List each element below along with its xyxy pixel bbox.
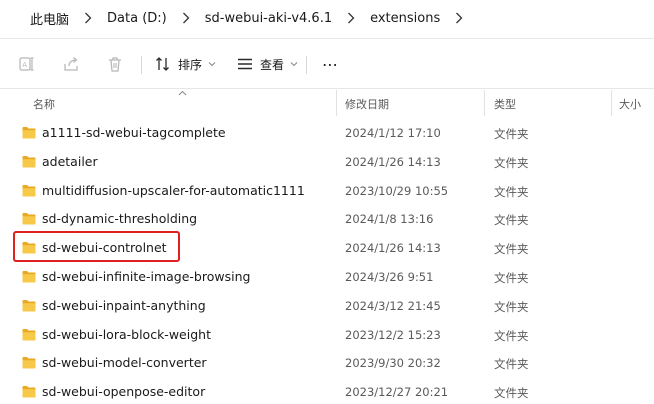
file-type: 文件夹 xyxy=(494,155,529,170)
column-divider[interactable] xyxy=(611,90,612,116)
file-date-modified: 2023/10/29 10:55 xyxy=(345,183,449,198)
command-bar: A 排序 查看 ⋯ xyxy=(0,42,654,86)
folder-icon xyxy=(22,299,36,312)
column-divider[interactable] xyxy=(336,90,337,116)
breadcrumb: 此电脑 Data (D:) sd-webui-aki-v4.6.1 extens… xyxy=(0,0,470,36)
chevron-right-icon[interactable] xyxy=(448,12,470,24)
file-date-modified: 2024/1/26 14:13 xyxy=(345,241,441,256)
folder-icon xyxy=(22,385,36,398)
file-name: adetailer xyxy=(42,153,98,169)
list-item-sd-webui-openpose-editor[interactable]: sd-webui-openpose-editor 2023/12/27 20:2… xyxy=(0,378,654,404)
file-date-modified: 2024/1/12 17:10 xyxy=(345,126,441,140)
chevron-right-icon[interactable] xyxy=(340,12,362,24)
chevron-down-icon xyxy=(208,61,216,67)
file-type: 文件夹 xyxy=(494,357,529,372)
delete-icon[interactable] xyxy=(105,54,125,74)
file-name: sd-webui-openpose-editor xyxy=(42,384,206,400)
file-date-modified: 2023/9/30 20:32 xyxy=(345,356,441,371)
sort-ascending-icon xyxy=(178,90,187,96)
list-item-sd-webui-inpaint-anything[interactable]: sd-webui-inpaint-anything 2024/3/12 21:4… xyxy=(0,292,654,321)
view-button[interactable]: 查看 xyxy=(236,52,298,76)
file-name: sd-webui-infinite-image-browsing xyxy=(42,268,251,284)
sort-button[interactable]: 排序 xyxy=(154,52,216,76)
list-item-sd-dynamic-thresholding[interactable]: sd-dynamic-thresholding 2024/1/8 13:16 文… xyxy=(0,205,654,234)
file-type: 文件夹 xyxy=(494,386,529,401)
more-options-button[interactable]: ⋯ xyxy=(322,52,339,76)
list-item-adetailer[interactable]: adetailer 2024/1/26 14:13 文件夹 xyxy=(0,148,654,177)
file-name: sd-webui-model-converter xyxy=(42,355,207,371)
file-date-modified: 2023/12/2 15:23 xyxy=(345,327,441,342)
rename-icon[interactable]: A xyxy=(17,54,37,74)
more-icon: ⋯ xyxy=(322,54,339,74)
sort-label: 排序 xyxy=(178,57,203,72)
toolbar-separator xyxy=(306,56,307,74)
list-item-sd-webui-controlnet[interactable]: sd-webui-controlnet 2024/1/26 14:13 文件夹 xyxy=(0,234,654,263)
file-type: 文件夹 xyxy=(494,299,529,314)
folder-icon xyxy=(22,270,36,283)
sort-icon xyxy=(154,55,172,73)
address-bar[interactable]: 此电脑 Data (D:) sd-webui-aki-v4.6.1 extens… xyxy=(0,0,654,36)
file-list: a1111-sd-webui-tagcomplete 2024/1/12 17:… xyxy=(0,119,654,404)
folder-icon xyxy=(22,212,36,225)
breadcrumb-extensions[interactable]: extensions xyxy=(362,11,448,26)
toolbar-separator xyxy=(141,56,142,74)
file-type: 文件夹 xyxy=(494,184,529,199)
file-name: a1111-sd-webui-tagcomplete xyxy=(42,125,226,140)
file-date-modified: 2024/3/12 21:45 xyxy=(345,298,441,313)
file-name: sd-webui-inpaint-anything xyxy=(42,297,206,313)
file-type: 文件夹 xyxy=(494,127,529,141)
column-type[interactable]: 类型 xyxy=(494,96,516,112)
file-explorer-window: 此电脑 Data (D:) sd-webui-aki-v4.6.1 extens… xyxy=(0,0,654,404)
breadcrumb-data-drive[interactable]: Data (D:) xyxy=(99,11,175,26)
file-type: 文件夹 xyxy=(494,328,529,343)
view-label: 查看 xyxy=(260,57,285,72)
file-type: 文件夹 xyxy=(494,213,529,228)
file-name: multidiffusion-upscaler-for-automatic111… xyxy=(42,182,305,198)
column-date-modified[interactable]: 修改日期 xyxy=(345,96,389,112)
list-item-a1111-sd-webui-tagcomplete[interactable]: a1111-sd-webui-tagcomplete 2024/1/12 17:… xyxy=(0,119,654,148)
column-header: 名称 修改日期 类型 大小 xyxy=(0,90,654,118)
folder-icon xyxy=(22,328,36,341)
folder-icon xyxy=(22,241,36,254)
folder-icon xyxy=(22,184,36,197)
folder-icon xyxy=(22,126,36,139)
folder-icon xyxy=(22,155,36,168)
file-name: sd-dynamic-thresholding xyxy=(42,211,198,227)
file-name: sd-webui-controlnet xyxy=(42,240,167,256)
breadcrumb-sd-webui-folder[interactable]: sd-webui-aki-v4.6.1 xyxy=(197,11,340,26)
folder-icon xyxy=(22,356,36,369)
view-icon xyxy=(236,55,254,73)
share-icon[interactable] xyxy=(61,54,81,74)
chevron-down-icon xyxy=(290,61,298,67)
file-date-modified: 2024/3/26 9:51 xyxy=(345,269,434,284)
list-item-sd-webui-infinite-image-browsing[interactable]: sd-webui-infinite-image-browsing 2024/3/… xyxy=(0,263,654,292)
list-item-multidiffusion-upscaler-for-automatic1111[interactable]: multidiffusion-upscaler-for-automatic111… xyxy=(0,177,654,206)
file-type: 文件夹 xyxy=(494,270,529,285)
column-size[interactable]: 大小 xyxy=(619,96,641,112)
file-date-modified: 2023/12/27 20:21 xyxy=(345,385,449,400)
file-date-modified: 2024/1/8 13:16 xyxy=(345,212,434,227)
column-divider[interactable] xyxy=(484,90,485,116)
breadcrumb-this-pc[interactable]: 此电脑 xyxy=(12,9,77,28)
column-name[interactable]: 名称 xyxy=(33,96,55,112)
file-name: sd-webui-lora-block-weight xyxy=(42,326,211,342)
list-item-sd-webui-lora-block-weight[interactable]: sd-webui-lora-block-weight 2023/12/2 15:… xyxy=(0,321,654,350)
svg-text:A: A xyxy=(22,61,27,69)
divider xyxy=(0,88,654,89)
chevron-right-icon[interactable] xyxy=(77,12,99,24)
divider xyxy=(0,38,654,39)
list-item-sd-webui-model-converter[interactable]: sd-webui-model-converter 2023/9/30 20:32… xyxy=(0,349,654,378)
chevron-right-icon[interactable] xyxy=(175,12,197,24)
file-type: 文件夹 xyxy=(494,242,529,257)
file-date-modified: 2024/1/26 14:13 xyxy=(345,154,441,169)
